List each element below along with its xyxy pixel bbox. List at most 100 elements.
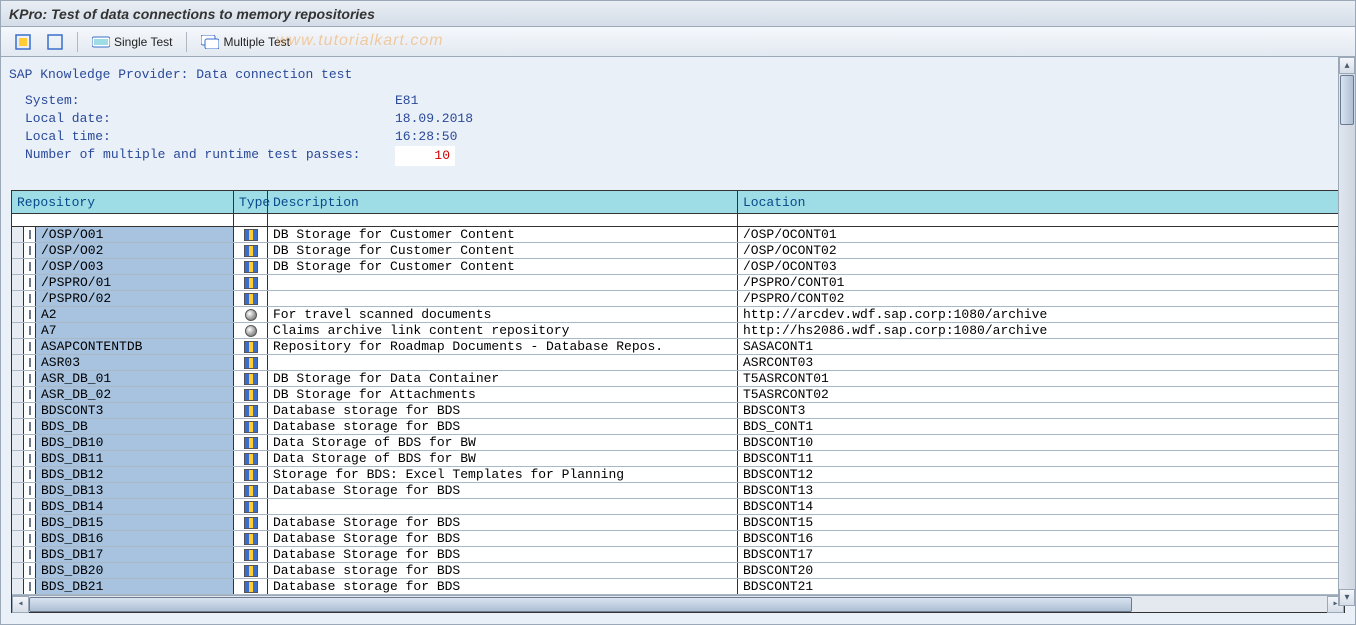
row-selector[interactable] [12,339,24,354]
table-row[interactable]: /PSPRO/01/PSPRO/CONT01 [12,275,1344,291]
table-row[interactable]: BDS_DB15Database Storage for BDSBDSCONT1… [12,515,1344,531]
row-selector[interactable] [12,227,24,242]
deselect-all-button[interactable] [41,32,69,52]
table-row[interactable]: BDS_DB11Data Storage of BDS for BWBDSCON… [12,451,1344,467]
row-selector[interactable] [12,515,24,530]
row-checkbox[interactable] [24,291,36,306]
scroll-h-track[interactable] [29,596,1327,613]
col-type[interactable]: Type [234,191,268,213]
row-checkbox[interactable] [24,307,36,322]
table-row[interactable]: ASR03ASRCONT03 [12,355,1344,371]
row-checkbox[interactable] [24,451,36,466]
table-row[interactable]: BDS_DB13Database Storage for BDSBDSCONT1… [12,483,1344,499]
scroll-down-button[interactable]: ▾ [1339,589,1355,606]
row-selector[interactable] [12,259,24,274]
row-selector[interactable] [12,355,24,370]
scroll-v-thumb[interactable] [1340,75,1354,125]
row-selector[interactable] [12,323,24,338]
row-checkbox[interactable] [24,355,36,370]
row-checkbox[interactable] [24,387,36,402]
single-test-button[interactable]: Single Test [86,33,178,51]
cell-location: /OSP/OCONT03 [738,259,1344,274]
cell-repository: BDS_DB20 [36,563,234,578]
row-selector[interactable] [12,435,24,450]
content-v-scrollbar[interactable]: ▴ ▾ [1338,57,1355,606]
multiple-test-button[interactable]: Multiple Test [195,33,295,51]
row-checkbox[interactable] [24,563,36,578]
table-row[interactable]: BDS_DB20Database storage for BDSBDSCONT2… [12,563,1344,579]
row-selector[interactable] [12,563,24,578]
row-selector[interactable] [12,451,24,466]
table-row[interactable]: BDS_DB17Database Storage for BDSBDSCONT1… [12,547,1344,563]
table-row[interactable]: BDS_DBDatabase storage for BDSBDS_CONT1 [12,419,1344,435]
row-checkbox[interactable] [24,483,36,498]
row-checkbox[interactable] [24,435,36,450]
row-checkbox[interactable] [24,419,36,434]
cell-location: BDSCONT11 [738,451,1344,466]
row-checkbox[interactable] [24,259,36,274]
cell-repository: ASR03 [36,355,234,370]
table-row[interactable]: BDS_DB21Database storage for BDSBDSCONT2… [12,579,1344,595]
row-checkbox[interactable] [24,467,36,482]
row-selector[interactable] [12,579,24,594]
table-row[interactable]: /OSP/O03DB Storage for Customer Content/… [12,259,1344,275]
scroll-up-button[interactable]: ▴ [1339,57,1355,74]
grid-h-scrollbar[interactable]: ◂ ▸ [12,595,1344,612]
table-row[interactable]: BDS_DB12Storage for BDS: Excel Templates… [12,467,1344,483]
row-selector[interactable] [12,499,24,514]
table-row[interactable]: ASAPCONTENTDBRepository for Roadmap Docu… [12,339,1344,355]
single-test-icon [92,35,110,49]
row-selector[interactable] [12,243,24,258]
table-row[interactable]: /PSPRO/02/PSPRO/CONT02 [12,291,1344,307]
row-selector[interactable] [12,403,24,418]
cell-location: BDSCONT21 [738,579,1344,594]
cell-location: T5ASRCONT02 [738,387,1344,402]
row-selector[interactable] [12,419,24,434]
row-selector[interactable] [12,371,24,386]
cell-location: BDSCONT3 [738,403,1344,418]
cell-type [234,531,268,546]
row-selector[interactable] [12,275,24,290]
cell-description: DB Storage for Customer Content [268,227,738,242]
table-row[interactable]: BDSCONT3Database storage for BDSBDSCONT3 [12,403,1344,419]
row-checkbox[interactable] [24,403,36,418]
table-row[interactable]: BDS_DB14BDSCONT14 [12,499,1344,515]
row-checkbox[interactable] [24,371,36,386]
row-checkbox[interactable] [24,243,36,258]
row-selector[interactable] [12,483,24,498]
col-description[interactable]: Description [268,191,738,213]
row-selector[interactable] [12,387,24,402]
table-row[interactable]: A7Claims archive link content repository… [12,323,1344,339]
table-row[interactable]: /OSP/O02DB Storage for Customer Content/… [12,243,1344,259]
table-row[interactable]: A2For travel scanned documentshttp://arc… [12,307,1344,323]
row-selector[interactable] [12,467,24,482]
table-row[interactable]: ASR_DB_01DB Storage for Data ContainerT5… [12,371,1344,387]
row-checkbox[interactable] [24,339,36,354]
scroll-left-button[interactable]: ◂ [12,596,29,613]
row-selector[interactable] [12,307,24,322]
row-selector[interactable] [12,531,24,546]
row-checkbox[interactable] [24,275,36,290]
table-row[interactable]: BDS_DB10Data Storage of BDS for BWBDSCON… [12,435,1344,451]
row-checkbox[interactable] [24,323,36,338]
row-checkbox[interactable] [24,227,36,242]
select-all-button[interactable] [9,32,37,52]
row-selector[interactable] [12,547,24,562]
row-checkbox[interactable] [24,579,36,594]
repository-grid: Repository Type Description Location /OS… [11,190,1345,613]
cell-repository: /PSPRO/01 [36,275,234,290]
row-checkbox[interactable] [24,499,36,514]
row-checkbox[interactable] [24,531,36,546]
passes-input[interactable]: 10 [395,146,455,166]
row-checkbox[interactable] [24,547,36,562]
scroll-h-thumb[interactable] [29,597,1132,612]
db-type-icon [244,421,258,433]
row-selector[interactable] [12,291,24,306]
db-type-icon [244,549,258,561]
table-row[interactable]: ASR_DB_02DB Storage for AttachmentsT5ASR… [12,387,1344,403]
table-row[interactable]: BDS_DB16Database Storage for BDSBDSCONT1… [12,531,1344,547]
row-checkbox[interactable] [24,515,36,530]
col-repository[interactable]: Repository [12,191,234,213]
col-location[interactable]: Location [738,191,1344,213]
table-row[interactable]: /OSP/O01DB Storage for Customer Content/… [12,227,1344,243]
